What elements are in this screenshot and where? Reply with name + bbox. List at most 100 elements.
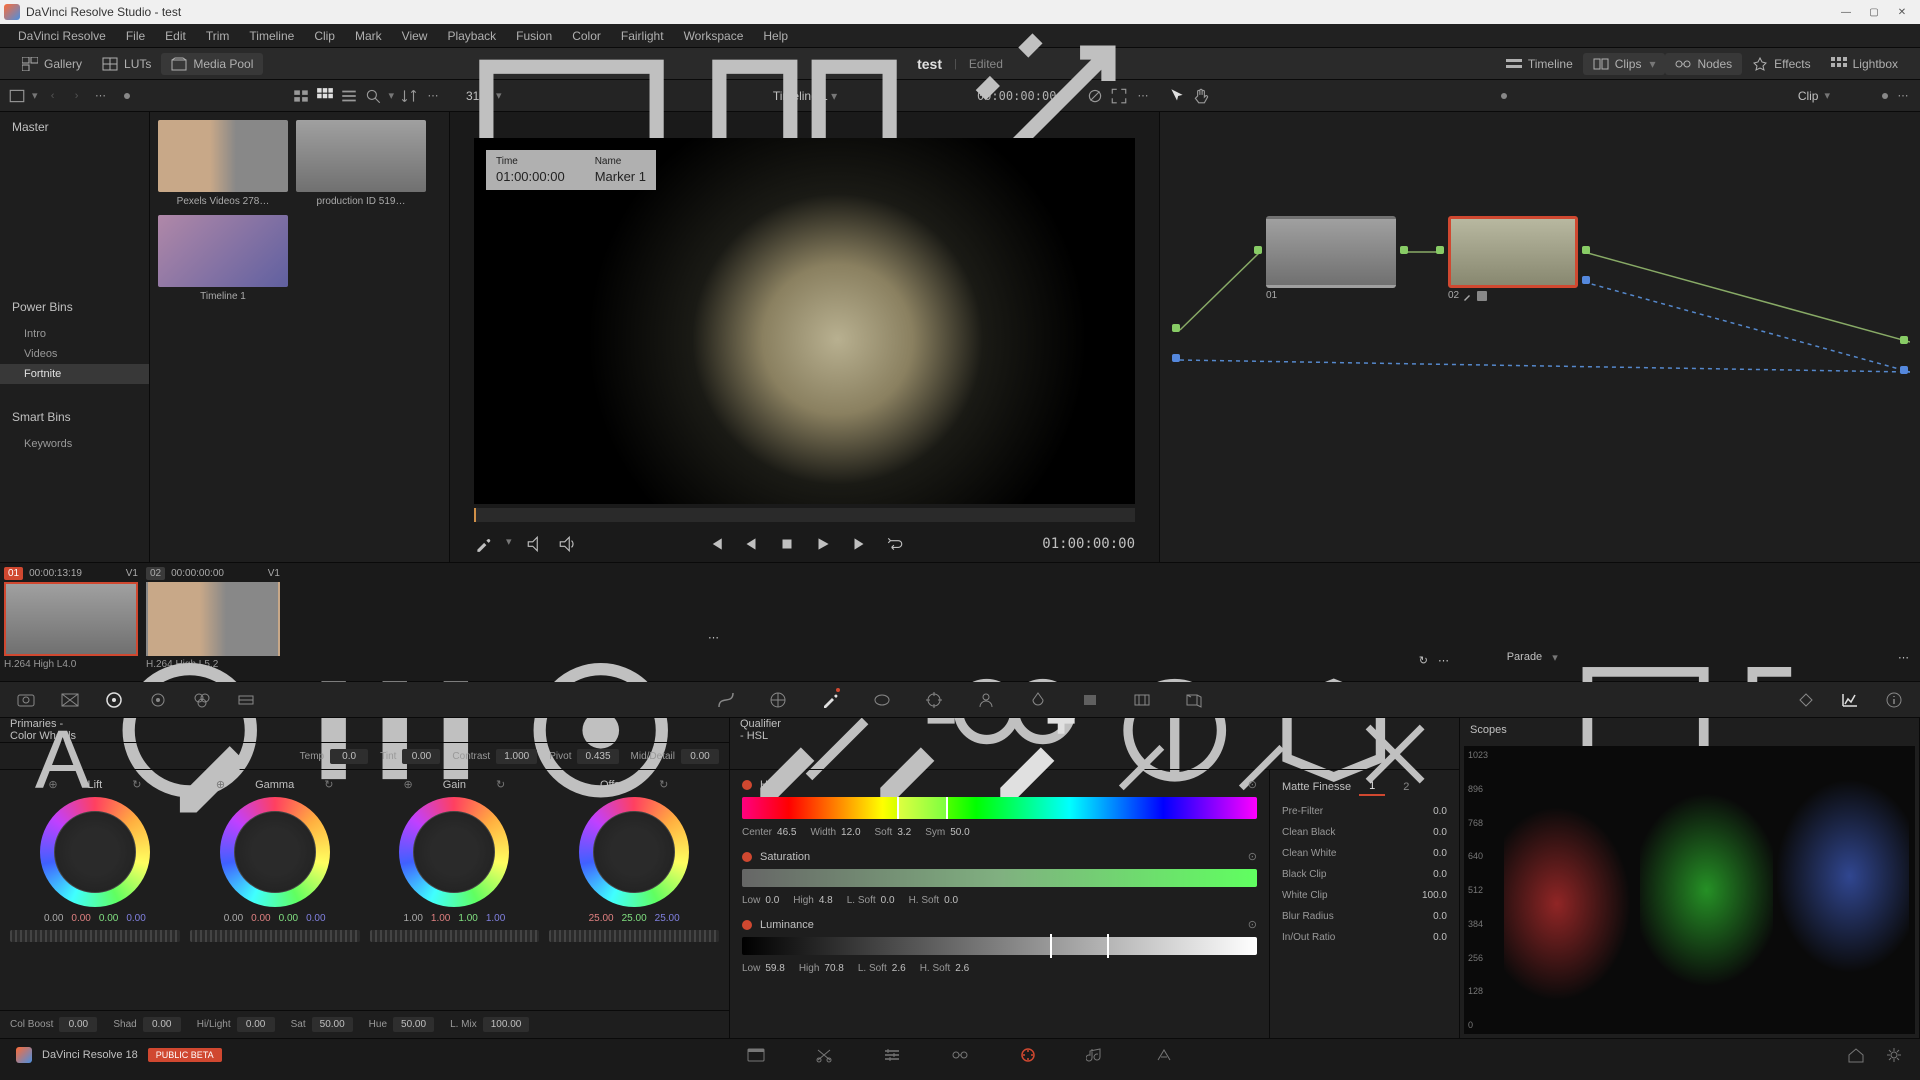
bin-view-icon[interactable]	[8, 87, 26, 105]
viewer-canvas[interactable]: Time 01:00:00:00 Name Marker 1	[474, 138, 1135, 504]
next-frame-button[interactable]	[850, 535, 868, 553]
grid-view-icon[interactable]	[316, 87, 334, 105]
hue-soft[interactable]: 3.2	[897, 827, 911, 838]
magic-mask-icon[interactable]	[976, 690, 996, 710]
scope-canvas[interactable]: 1023 896 768 640 512 384 256 128 0	[1464, 746, 1915, 1034]
sat-value[interactable]: 50.00	[312, 1017, 353, 1032]
viewer-scrubber[interactable]	[474, 508, 1135, 522]
motion-icon[interactable]	[236, 690, 256, 710]
lmix-value[interactable]: 100.00	[483, 1017, 530, 1032]
hue-value[interactable]: 50.00	[393, 1017, 434, 1032]
info-icon[interactable]	[1884, 690, 1904, 710]
offset-g[interactable]: 25.00	[622, 913, 647, 924]
reset-icon[interactable]: ⊙	[1248, 778, 1257, 791]
deliver-page-icon[interactable]	[1154, 1046, 1174, 1064]
gamma-wheel[interactable]	[220, 797, 330, 907]
window-tool-icon[interactable]	[872, 690, 892, 710]
node-02[interactable]: 02	[1448, 216, 1578, 301]
home-icon[interactable]	[1846, 1046, 1866, 1064]
warper-icon[interactable]	[768, 690, 788, 710]
rgb-mixer-icon[interactable]	[192, 690, 212, 710]
reset-icon[interactable]: ↻	[659, 778, 668, 791]
blur-icon[interactable]	[1028, 690, 1048, 710]
menu-mark[interactable]: Mark	[345, 24, 392, 47]
lum-strip[interactable]	[742, 937, 1257, 955]
hue-strip[interactable]	[742, 797, 1257, 819]
loop-button[interactable]	[886, 535, 904, 553]
mute-icon[interactable]	[558, 535, 576, 553]
gamma-g[interactable]: 0.00	[279, 913, 298, 924]
more-icon[interactable]: ⋯	[424, 87, 442, 105]
contrast-value[interactable]: 1.000	[496, 749, 537, 764]
hue-sym[interactable]: 50.0	[950, 827, 969, 838]
tracker-icon[interactable]	[924, 690, 944, 710]
gain-r[interactable]: 1.00	[431, 913, 450, 924]
powerbins-header[interactable]: Power Bins	[0, 292, 149, 322]
reset-icon[interactable]: ↻	[496, 778, 505, 791]
graph-alpha-output-port[interactable]	[1900, 366, 1908, 374]
menu-davinci-resolve[interactable]: DaVinci Resolve	[8, 24, 116, 47]
gamma-y[interactable]: 0.00	[224, 913, 243, 924]
lum-low[interactable]: 59.8	[765, 963, 784, 974]
camera-raw-icon[interactable]	[16, 690, 36, 710]
gamma-jog[interactable]	[190, 930, 360, 942]
node-input-port[interactable]	[1436, 246, 1444, 254]
sizing-icon[interactable]	[1132, 690, 1152, 710]
list-view-icon[interactable]	[340, 87, 358, 105]
gain-y[interactable]: 1.00	[403, 913, 422, 924]
shad-value[interactable]: 0.00	[143, 1017, 181, 1032]
graph-output-port[interactable]	[1900, 336, 1908, 344]
lum-hsoft[interactable]: 2.6	[955, 963, 969, 974]
color-page-icon[interactable]	[1018, 1046, 1038, 1064]
3d-icon[interactable]	[1184, 690, 1204, 710]
node-output-port[interactable]	[1400, 246, 1408, 254]
gain-jog[interactable]	[370, 930, 540, 942]
nav-fwd-icon[interactable]: ›	[68, 87, 86, 105]
menu-trim[interactable]: Trim	[196, 24, 240, 47]
bin-videos[interactable]: Videos	[0, 344, 149, 364]
mediapool-toggle[interactable]: Media Pool	[161, 53, 263, 75]
bin-intro[interactable]: Intro	[0, 324, 149, 344]
window-maximize-button[interactable]: ▢	[1860, 2, 1888, 22]
menu-timeline[interactable]: Timeline	[239, 24, 304, 47]
nodes-toggle[interactable]: Nodes	[1665, 53, 1742, 75]
curves-icon[interactable]	[716, 690, 736, 710]
thumb-view-icon[interactable]	[292, 87, 310, 105]
temp-value[interactable]: 0.0	[330, 749, 368, 764]
scopes-icon[interactable]	[1840, 690, 1860, 710]
graph-alpha-input-port[interactable]	[1172, 354, 1180, 362]
lift-y[interactable]: 0.00	[44, 913, 63, 924]
sat-high[interactable]: 4.8	[819, 895, 833, 906]
blackclip-value[interactable]: 0.0	[1433, 869, 1447, 880]
reset-icon[interactable]: ⊙	[1248, 850, 1257, 863]
reset-icon[interactable]: ⊙	[1248, 918, 1257, 931]
menu-file[interactable]: File	[116, 24, 155, 47]
key-icon[interactable]	[1080, 690, 1100, 710]
sat-enable-dot[interactable]	[742, 852, 752, 862]
graph-input-port[interactable]	[1172, 324, 1180, 332]
clips-toggle[interactable]: Clips ▾	[1583, 53, 1666, 75]
window-minimize-button[interactable]: —	[1832, 2, 1860, 22]
effects-toggle[interactable]: Effects	[1742, 53, 1820, 75]
sort-icon[interactable]	[400, 87, 418, 105]
sat-strip[interactable]	[742, 869, 1257, 887]
lum-enable-dot[interactable]	[742, 920, 752, 930]
prev-frame-button[interactable]	[742, 535, 760, 553]
picker-icon[interactable]	[474, 535, 492, 553]
offset-wheel[interactable]	[579, 797, 689, 907]
pointer-tool-icon[interactable]	[1168, 87, 1186, 105]
edit-page-icon[interactable]	[882, 1046, 902, 1064]
whiteclip-value[interactable]: 100.0	[1422, 890, 1447, 901]
hue-enable-dot[interactable]	[742, 780, 752, 790]
fusion-page-icon[interactable]	[950, 1046, 970, 1064]
matte-tab-2[interactable]: 2	[1393, 779, 1419, 795]
node-alpha-output-port[interactable]	[1582, 276, 1590, 284]
offset-r[interactable]: 25.00	[589, 913, 614, 924]
gain-wheel[interactable]	[399, 797, 509, 907]
gain-b[interactable]: 1.00	[486, 913, 505, 924]
node-graph-panel[interactable]: 01 02	[1160, 112, 1920, 562]
lum-high[interactable]: 70.8	[824, 963, 843, 974]
hdr-icon[interactable]	[148, 690, 168, 710]
stop-button[interactable]	[778, 535, 796, 553]
search-icon[interactable]	[364, 87, 382, 105]
